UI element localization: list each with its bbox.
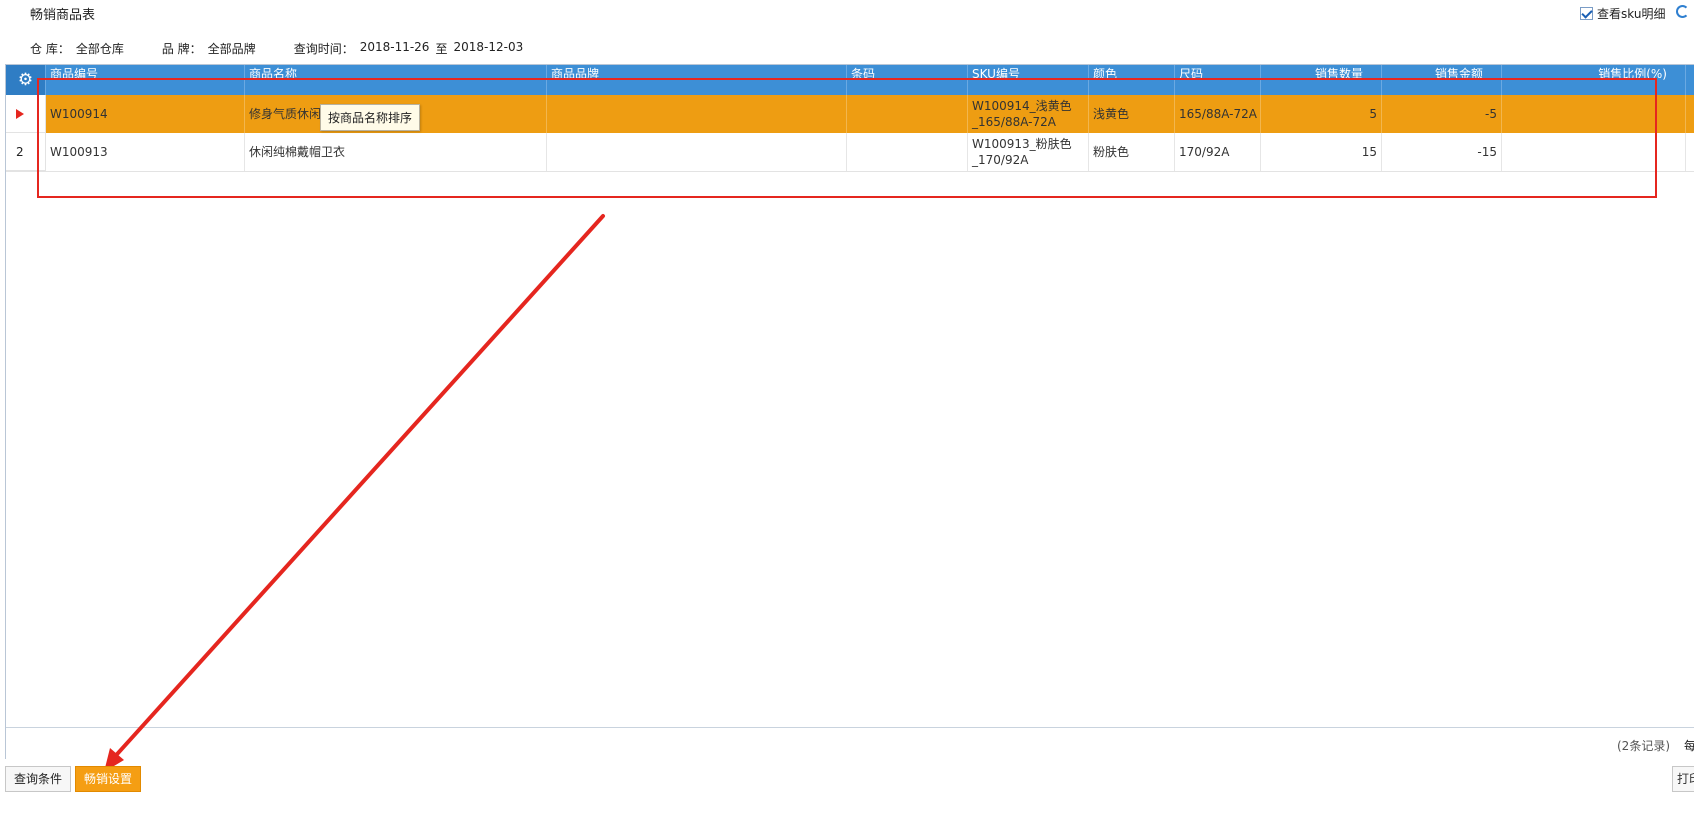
checkbox-checked-icon[interactable] <box>1580 7 1593 20</box>
sku-detail-label: 查看sku明细 <box>1597 7 1666 21</box>
record-count: (2条记录) <box>1617 739 1670 753</box>
row-pointer-icon <box>16 108 24 119</box>
page-size-label: 每 <box>1684 739 1694 753</box>
refresh-icon[interactable] <box>1676 5 1689 18</box>
page-title: 畅销商品表 <box>30 8 96 23</box>
print-button[interactable]: 打印 <box>1672 766 1694 792</box>
filter-bar: 仓 库： 全部仓库 品 牌： 全部品牌 查询时间： 2018-11-26 至 2… <box>30 40 561 57</box>
brand-value: 全部品牌 <box>207 42 256 56</box>
date-separator: 至 <box>435 42 448 56</box>
sku-detail-toggle[interactable]: 查看sku明细 <box>1580 5 1665 22</box>
query-conditions-button[interactable]: 查询条件 <box>5 766 72 792</box>
warehouse-value: 全部仓库 <box>75 42 124 56</box>
brand-label: 品 牌： <box>161 42 202 56</box>
date-label: 查询时间： <box>293 42 354 56</box>
date-from: 2018-11-26 <box>359 40 430 54</box>
date-to: 2018-12-03 <box>453 40 524 54</box>
grid-footer: (2条记录) 每 <box>6 727 1694 760</box>
annotation-highlight-box <box>37 78 1657 198</box>
bestseller-settings-button[interactable]: 畅销设置 <box>75 766 142 792</box>
warehouse-label: 仓 库： <box>30 42 70 56</box>
